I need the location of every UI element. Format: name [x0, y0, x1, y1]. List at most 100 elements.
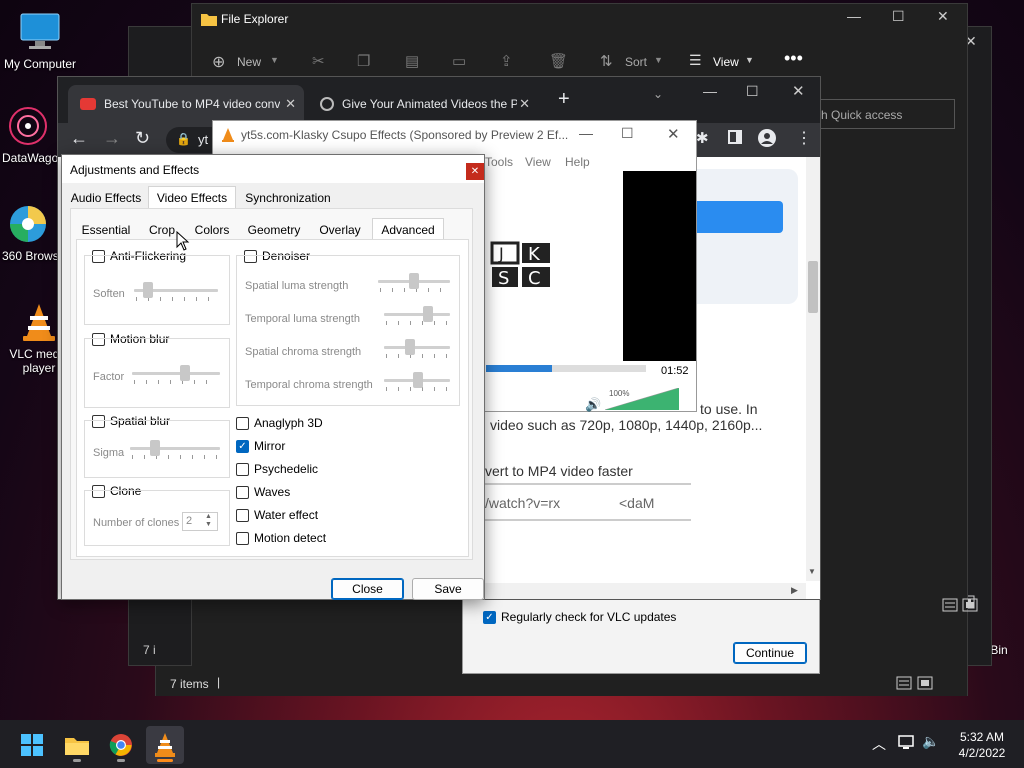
scroll-down-icon[interactable]: ▼ [808, 567, 816, 576]
soften-slider[interactable] [134, 282, 218, 302]
spatial-luma-slider[interactable] [378, 273, 450, 293]
spatial-chroma-slider[interactable] [384, 339, 450, 359]
reload-icon[interactable]: ↻ [135, 128, 150, 149]
waves-checkbox[interactable]: Waves [236, 485, 290, 499]
taskbar-vlc[interactable] [146, 726, 184, 764]
scroll-right-icon[interactable]: ▶ [791, 585, 798, 596]
vlc-cone-icon [17, 300, 61, 344]
tab-colors[interactable]: Colors [186, 219, 238, 241]
mirror-checkbox[interactable]: ✓ Mirror [236, 439, 285, 453]
details-view-icon[interactable] [896, 676, 912, 693]
desktop-icon-360-browser[interactable]: 360 Brows [0, 202, 60, 263]
share-icon[interactable]: ⇪ [500, 52, 513, 70]
maximize-icon[interactable]: ☐ [892, 8, 905, 25]
sigma-slider[interactable] [130, 440, 220, 460]
new-plus-icon: ⊕ [212, 54, 226, 71]
continue-button[interactable]: Continue [733, 642, 807, 664]
menu-kebab-icon[interactable]: ⋮ [796, 128, 812, 148]
horizontal-scrollbar[interactable]: ▶ [483, 583, 806, 599]
minimize-icon[interactable]: — [579, 125, 593, 141]
maximize-icon[interactable]: ☐ [621, 125, 634, 142]
paste-icon[interactable]: ▤ [405, 52, 419, 70]
update-check-checkbox[interactable]: ✓ Regularly check for VLC updates [483, 610, 676, 624]
desktop-icon-datawago[interactable]: DataWago [0, 104, 60, 165]
seek-bar[interactable] [486, 365, 646, 372]
tab-advanced[interactable]: Advanced [372, 218, 444, 240]
temporal-chroma-label: Temporal chroma strength [245, 379, 373, 391]
maximize-icon[interactable]: ☐ [746, 83, 759, 100]
rename-icon[interactable]: ▭ [452, 52, 466, 70]
desktop-icon-my-computer[interactable]: My Computer [0, 10, 80, 71]
psychedelic-checkbox[interactable]: Psychedelic [236, 462, 318, 476]
temporal-luma-label: Temporal luma strength [245, 313, 360, 325]
factor-slider[interactable] [132, 365, 220, 385]
menu-tools[interactable]: Tools [485, 155, 513, 169]
tiles-view-icon[interactable] [962, 598, 978, 615]
new-button[interactable]: New [237, 55, 261, 69]
anaglyph-3d-checkbox[interactable]: Anaglyph 3D [236, 416, 323, 430]
clock-date[interactable]: 4/2/2022 [950, 746, 1014, 760]
tab-youtube-mp4[interactable]: Best YouTube to MP4 video conv ✕ [68, 85, 304, 123]
back-icon[interactable]: ← [70, 128, 88, 149]
vlc-cone-icon [221, 127, 235, 146]
spatial-luma-label: Spatial luma strength [245, 280, 349, 292]
tab-search-icon[interactable]: ⌄ [653, 87, 663, 101]
search-box[interactable]: h Quick access [817, 99, 955, 129]
cut-icon[interactable]: ✂ [312, 52, 325, 70]
close-button[interactable]: Close [331, 578, 404, 600]
tab-geometry[interactable]: Geometry [242, 219, 306, 241]
taskbar-chrome[interactable] [102, 726, 140, 764]
speaker-icon[interactable]: 🔊 [585, 397, 601, 413]
close-icon[interactable]: ✕ [937, 8, 949, 25]
vertical-scrollbar[interactable]: ▼ [806, 157, 820, 581]
tab-video-effects[interactable]: Video Effects [148, 186, 236, 208]
vlc-update-dialog[interactable]: ✓ Regularly check for VLC updates Contin… [462, 598, 820, 674]
url-input[interactable]: /watch?v=rx <daM [483, 483, 691, 521]
taskbar-file-explorer[interactable] [58, 726, 96, 764]
profile-icon[interactable] [758, 129, 776, 150]
new-tab-icon[interactable]: + [558, 88, 570, 111]
volume-icon[interactable]: 🔈 [922, 733, 939, 750]
spin-up-icon[interactable]: ▲ [205, 513, 212, 520]
save-button[interactable]: Save [412, 578, 484, 600]
tab-audio-effects[interactable]: Audio Effects [68, 187, 144, 209]
close-tab-icon[interactable]: ✕ [285, 96, 296, 112]
sort-button[interactable]: Sort [625, 55, 647, 69]
close-icon[interactable]: ✕ [667, 125, 680, 143]
more-options-icon[interactable]: ••• [784, 48, 803, 69]
scrollbar-thumb[interactable] [808, 261, 818, 313]
view-button[interactable]: View [713, 55, 739, 69]
clock-time[interactable]: 5:32 AM [950, 730, 1014, 744]
tiles-view-icon[interactable] [917, 676, 933, 693]
motion-detect-checkbox[interactable]: Motion detect [236, 531, 326, 545]
clones-spinbox[interactable]: 2 ▲ ▼ [182, 512, 218, 531]
delete-icon[interactable]: 🗑 [549, 52, 568, 70]
network-icon[interactable] [898, 734, 916, 753]
tab-synchronization[interactable]: Synchronization [242, 187, 334, 209]
menu-help[interactable]: Help [565, 155, 590, 169]
close-tab-icon[interactable]: ✕ [519, 96, 530, 112]
minimize-icon[interactable]: — [703, 83, 717, 99]
volume-slider[interactable] [604, 387, 680, 411]
forward-icon[interactable]: → [103, 128, 121, 149]
chevron-up-icon[interactable]: ︿ [872, 734, 886, 754]
tab-animated-videos[interactable]: Give Your Animated Videos the P ✕ [308, 85, 538, 123]
temporal-luma-slider[interactable] [384, 306, 450, 326]
menu-view[interactable]: View [525, 155, 551, 169]
tab-overlay[interactable]: Overlay [310, 219, 370, 241]
folder-icon [65, 738, 89, 755]
minimize-icon[interactable]: — [847, 8, 861, 24]
details-view-icon[interactable] [942, 598, 958, 615]
tab-essential[interactable]: Essential [76, 219, 136, 241]
copy-icon[interactable]: ❐ [357, 52, 370, 70]
extensions-icon[interactable]: ✱ [696, 129, 709, 147]
close-icon[interactable]: ✕ [466, 163, 484, 180]
side-panel-icon[interactable] [728, 130, 742, 147]
water-effect-checkbox[interactable]: Water effect [236, 508, 318, 522]
close-icon[interactable]: ✕ [792, 82, 805, 100]
start-button[interactable] [13, 726, 51, 764]
spin-down-icon[interactable]: ▼ [205, 521, 212, 528]
adjustments-effects-dialog[interactable]: Adjustments and Effects ✕ Audio Effects … [61, 154, 485, 600]
temporal-chroma-slider[interactable] [384, 372, 450, 392]
globe-icon [320, 97, 334, 111]
